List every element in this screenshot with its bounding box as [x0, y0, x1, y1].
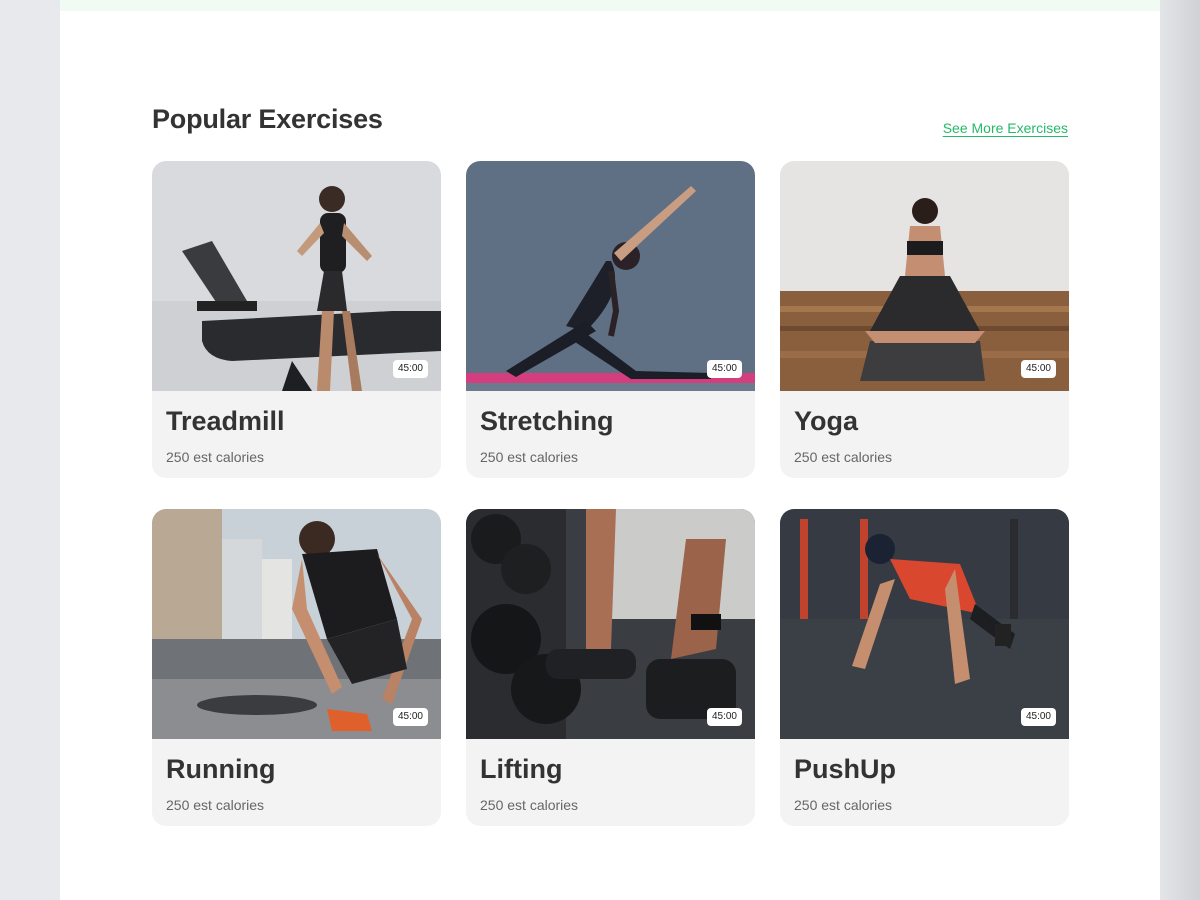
duration-badge: 45:00	[1020, 708, 1056, 726]
exercise-title: PushUp	[794, 754, 897, 784]
duration-badge: 45:00	[1020, 360, 1056, 378]
exercise-calories: 250 est calories	[480, 797, 579, 813]
yoga-photo: 45:00	[780, 161, 1069, 391]
exercise-title: Running	[166, 754, 276, 784]
duration-badge: 45:00	[706, 360, 742, 378]
header-strip	[60, 0, 1160, 11]
exercise-card-yoga[interactable]: 45:00 Yoga 250 est calories	[780, 161, 1069, 478]
exercise-title: Stretching	[480, 406, 614, 436]
exercise-card-pushup[interactable]: 45:00 PushUp 250 est calories	[780, 509, 1069, 826]
exercise-calories: 250 est calories	[794, 797, 893, 813]
exercise-card-treadmill[interactable]: 45:00 Treadmill 250 est calories	[152, 161, 441, 478]
running-photo: 45:00	[152, 509, 441, 739]
exercise-title: Treadmill	[166, 406, 285, 436]
window-edge-shadow	[1160, 0, 1200, 900]
exercise-card-stretching[interactable]: 45:00 Stretching 250 est calories	[466, 161, 755, 478]
exercise-calories: 250 est calories	[166, 449, 265, 465]
exercise-card-running[interactable]: 45:00 Running 250 est calories	[152, 509, 441, 826]
treadmill-photo: 45:00	[152, 161, 441, 391]
exercise-title: Yoga	[794, 406, 859, 436]
pushup-photo: 45:00	[780, 509, 1069, 739]
section-title: Popular Exercises	[152, 104, 383, 134]
exercise-calories: 250 est calories	[166, 797, 265, 813]
duration-badge: 45:00	[392, 708, 428, 726]
see-more-exercises-link[interactable]: See More Exercises	[943, 120, 1068, 136]
exercise-calories: 250 est calories	[480, 449, 579, 465]
exercise-title: Lifting	[480, 754, 563, 784]
duration-badge: 45:00	[392, 360, 428, 378]
duration-badge: 45:00	[706, 708, 742, 726]
page-container: Popular Exercises See More Exercises 45:…	[60, 0, 1160, 900]
stretching-photo: 45:00	[466, 161, 755, 391]
exercise-card-lifting[interactable]: 45:00 Lifting 250 est calories	[466, 509, 755, 826]
exercise-calories: 250 est calories	[794, 449, 893, 465]
lifting-photo: 45:00	[466, 509, 755, 739]
